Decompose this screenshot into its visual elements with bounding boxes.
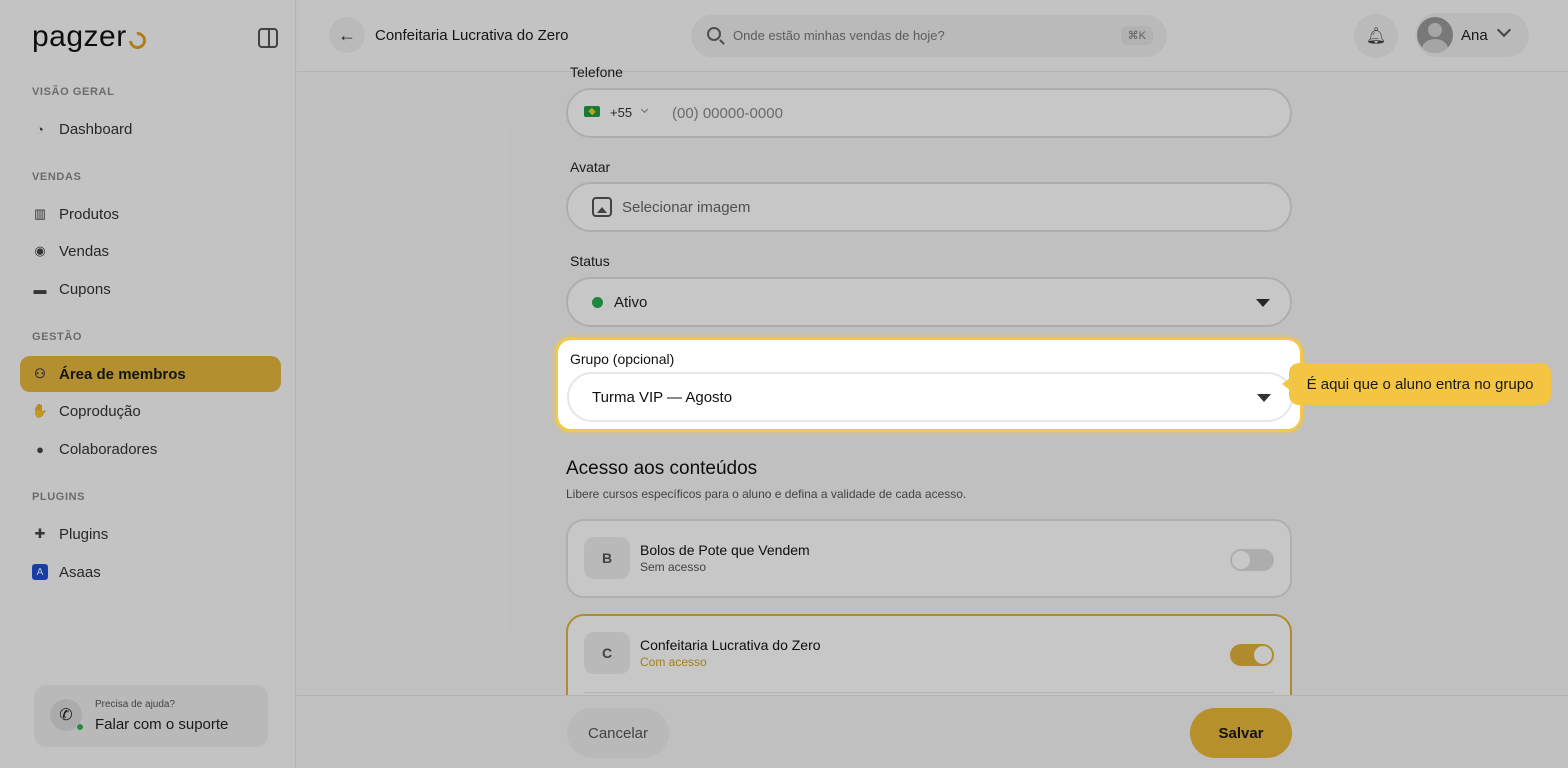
group-field-spotlight: Grupo (opcional) Turma VIP — Agosto [555,337,1303,432]
group-label: Grupo (opcional) [570,351,675,367]
group-select[interactable]: Turma VIP — Agosto [567,372,1293,422]
group-value: Turma VIP — Agosto [592,389,733,406]
caret-down-icon [1257,394,1271,402]
tour-tooltip[interactable]: É aqui que o aluno entra no grupo [1282,363,1551,405]
